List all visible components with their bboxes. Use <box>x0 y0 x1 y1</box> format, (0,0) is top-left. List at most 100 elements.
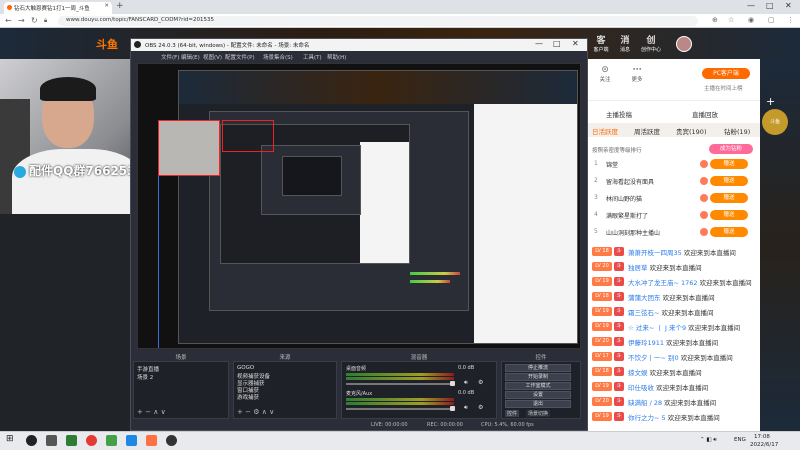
stop-streaming-button[interactable]: 停止推流 <box>505 364 571 372</box>
follow-link[interactable]: ⊙ 关注 <box>594 65 616 83</box>
more-link[interactable]: ⋯ 更多 <box>626 65 648 83</box>
source-item[interactable]: 游戏捕获 <box>237 393 259 401</box>
gift-button[interactable]: 赠送 <box>710 227 748 237</box>
douyu-logo[interactable]: 斗鱼 <box>96 36 118 52</box>
exit-button[interactable]: 退出 <box>505 400 571 408</box>
tab-vip[interactable]: 贵宾(190) <box>676 126 706 136</box>
speaker-icon[interactable]: 🔊︎ <box>464 379 468 387</box>
settings-button[interactable]: 设置 <box>505 391 571 399</box>
chat-username[interactable]: 大水冲了龙王庙~ 1762 欢迎来到本直播间 <box>628 277 752 287</box>
settings-icon[interactable]: ⚙ <box>253 408 259 416</box>
chat-username[interactable]: 你行之力~ 5 欢迎来到本直播间 <box>628 412 720 422</box>
tab-daily[interactable]: 日活跃度 <box>592 126 618 136</box>
menu-tools[interactable]: 工具(T) <box>303 53 322 61</box>
mixer-desktop-knob[interactable] <box>450 381 455 386</box>
studio-mode-button[interactable]: 工作室模式 <box>505 382 571 390</box>
search-icon[interactable] <box>26 435 37 446</box>
rank-row[interactable]: 2 留海看起没有面具 赠送 <box>588 174 760 191</box>
extensions-icon[interactable]: ▢ <box>768 16 775 24</box>
obs-window[interactable]: OBS 24.0.3 (64-bit, windows) - 配置文件: 未命名… <box>130 38 588 431</box>
chat-username[interactable]: 霜三弦石~ 欢迎来到本直播间 <box>628 307 714 317</box>
chat-username[interactable]: 伊藤玲1911 欢迎来到本直播间 <box>628 337 718 347</box>
obs-maximize-button[interactable]: □ <box>553 39 561 48</box>
menu-icon[interactable]: ⋮ <box>787 16 794 24</box>
obs-title-bar[interactable]: OBS 24.0.3 (64-bit, windows) - 配置文件: 未命名… <box>131 39 587 51</box>
input-language[interactable]: ENG <box>734 437 746 443</box>
mixer-mic-slider[interactable] <box>346 408 454 410</box>
become-diamond-fan-button[interactable]: 成为钻粉 <box>709 144 753 154</box>
start-recording-button[interactable]: 开始录制 <box>505 373 571 381</box>
plus-icon[interactable]: + <box>766 95 775 108</box>
clock-time[interactable]: 17:08 <box>754 434 770 440</box>
gift-button[interactable]: 赠送 <box>710 193 748 203</box>
mixer-desktop-slider[interactable] <box>346 383 454 385</box>
tab-close-icon[interactable]: ✕ <box>104 3 109 9</box>
scene-item[interactable]: 场景 2 <box>137 373 153 381</box>
tab-scene-transitions[interactable]: 场景切换 <box>526 410 551 417</box>
chat-username[interactable]: 缺满船 / 28 欢迎来到本直播间 <box>628 397 716 407</box>
menu-help[interactable]: 帮助(H) <box>327 53 346 61</box>
chat-username[interactable]: 萧萧开枝一四周35 欢迎来到本直播间 <box>628 247 736 257</box>
selection-box-2[interactable] <box>222 120 274 152</box>
tab-weekly[interactable]: 周活跃度 <box>634 126 660 136</box>
chat-username[interactable]: ☆ 过来~ 丨 J 来个9 欢迎来到本直播间 <box>628 322 740 332</box>
up-icon[interactable]: ∧ <box>262 408 267 416</box>
pc-client-button[interactable]: PC客户端 <box>702 68 750 79</box>
wechat-icon[interactable] <box>106 435 117 446</box>
rank-row[interactable]: 4 满眼繁星斯打了 赠送 <box>588 208 760 225</box>
scene-item[interactable]: 手游直播 <box>137 365 159 373</box>
rank-row[interactable]: 3 林间山野的猫 赠送 <box>588 191 760 208</box>
avatar[interactable] <box>676 36 692 52</box>
selection-box[interactable] <box>158 120 220 176</box>
lock-icon[interactable]: 🔒︎ <box>44 17 47 25</box>
tray-icons[interactable]: ⌃ ◧ 🔊︎ <box>700 437 717 444</box>
chat-username[interactable]: 掠文娱 欢迎来到本直播间 <box>628 367 702 377</box>
menu-view[interactable]: 视图(V) <box>203 53 222 61</box>
maximize-button[interactable]: □ <box>766 1 774 10</box>
chrome-icon[interactable] <box>86 435 97 446</box>
gift-button[interactable]: 赠送 <box>710 210 748 220</box>
speaker-icon[interactable]: 🔊︎ <box>464 404 468 412</box>
menu-file[interactable]: 文件(F) <box>161 53 179 61</box>
obs-preview[interactable] <box>137 63 581 349</box>
bookmark-star-icon[interactable]: ☆ <box>728 16 734 24</box>
menu-scene-collection[interactable]: 场景集合(S) <box>263 53 293 61</box>
remove-icon[interactable]: − <box>145 408 151 416</box>
up-icon[interactable]: ∧ <box>153 408 158 416</box>
add-icon[interactable]: + <box>137 408 143 416</box>
chat-username[interactable]: 蒲蒲大团东 欢迎来到本直播间 <box>628 292 715 302</box>
obs-minimize-button[interactable]: — <box>535 39 543 48</box>
app-icon[interactable] <box>66 435 77 446</box>
menu-edit[interactable]: 编辑(E) <box>181 53 200 61</box>
minimize-button[interactable]: — <box>747 1 755 10</box>
forward-icon[interactable]: → <box>18 16 25 25</box>
app-icon[interactable] <box>146 435 157 446</box>
task-view-icon[interactable] <box>46 435 57 446</box>
gear-icon[interactable]: ⚙ <box>478 404 483 411</box>
event-badge[interactable]: 斗鱼 <box>762 109 788 135</box>
remove-icon[interactable]: − <box>245 408 251 416</box>
tab-diamond-fans[interactable]: 钻粉(19) <box>724 126 750 136</box>
chat-username[interactable]: 不饮夕丨一~ 别0 欢迎来到本直播间 <box>628 352 733 362</box>
close-button[interactable]: ✕ <box>785 1 792 10</box>
url-input[interactable]: www.douyu.com/topic/FANSCARD_CODM?rid=20… <box>58 16 698 26</box>
source-item[interactable]: GOGO <box>237 365 254 371</box>
down-icon[interactable]: ∨ <box>269 408 274 416</box>
rank-row[interactable]: 1 锦堂 赠送 <box>588 157 760 174</box>
app-icon[interactable] <box>126 435 137 446</box>
tab-replays[interactable]: 直播回放 <box>692 109 718 119</box>
browser-tab[interactable]: 钻石大触恩赛钻1打1一周_斗鱼 ✕ <box>4 2 112 14</box>
start-icon[interactable]: ⊞ <box>6 434 17 445</box>
gift-button[interactable]: 赠送 <box>710 159 748 169</box>
messages-link[interactable]: 消 消息 <box>614 33 636 53</box>
client-link[interactable]: 客 客户端 <box>590 33 612 53</box>
mixer-mic-knob[interactable] <box>450 406 455 411</box>
profile-icon[interactable]: ◉ <box>748 16 754 24</box>
translate-icon[interactable]: ⊕ <box>712 16 718 24</box>
creator-center-link[interactable]: 创 创作中心 <box>640 33 662 53</box>
down-icon[interactable]: ∨ <box>161 408 166 416</box>
chat-username[interactable]: 印仕吸收 欢迎来到本直播间 <box>628 382 708 392</box>
reload-icon[interactable]: ↻ <box>31 16 38 25</box>
obs-close-button[interactable]: ✕ <box>572 39 579 48</box>
menu-profile[interactable]: 配置文件(P) <box>225 53 255 61</box>
